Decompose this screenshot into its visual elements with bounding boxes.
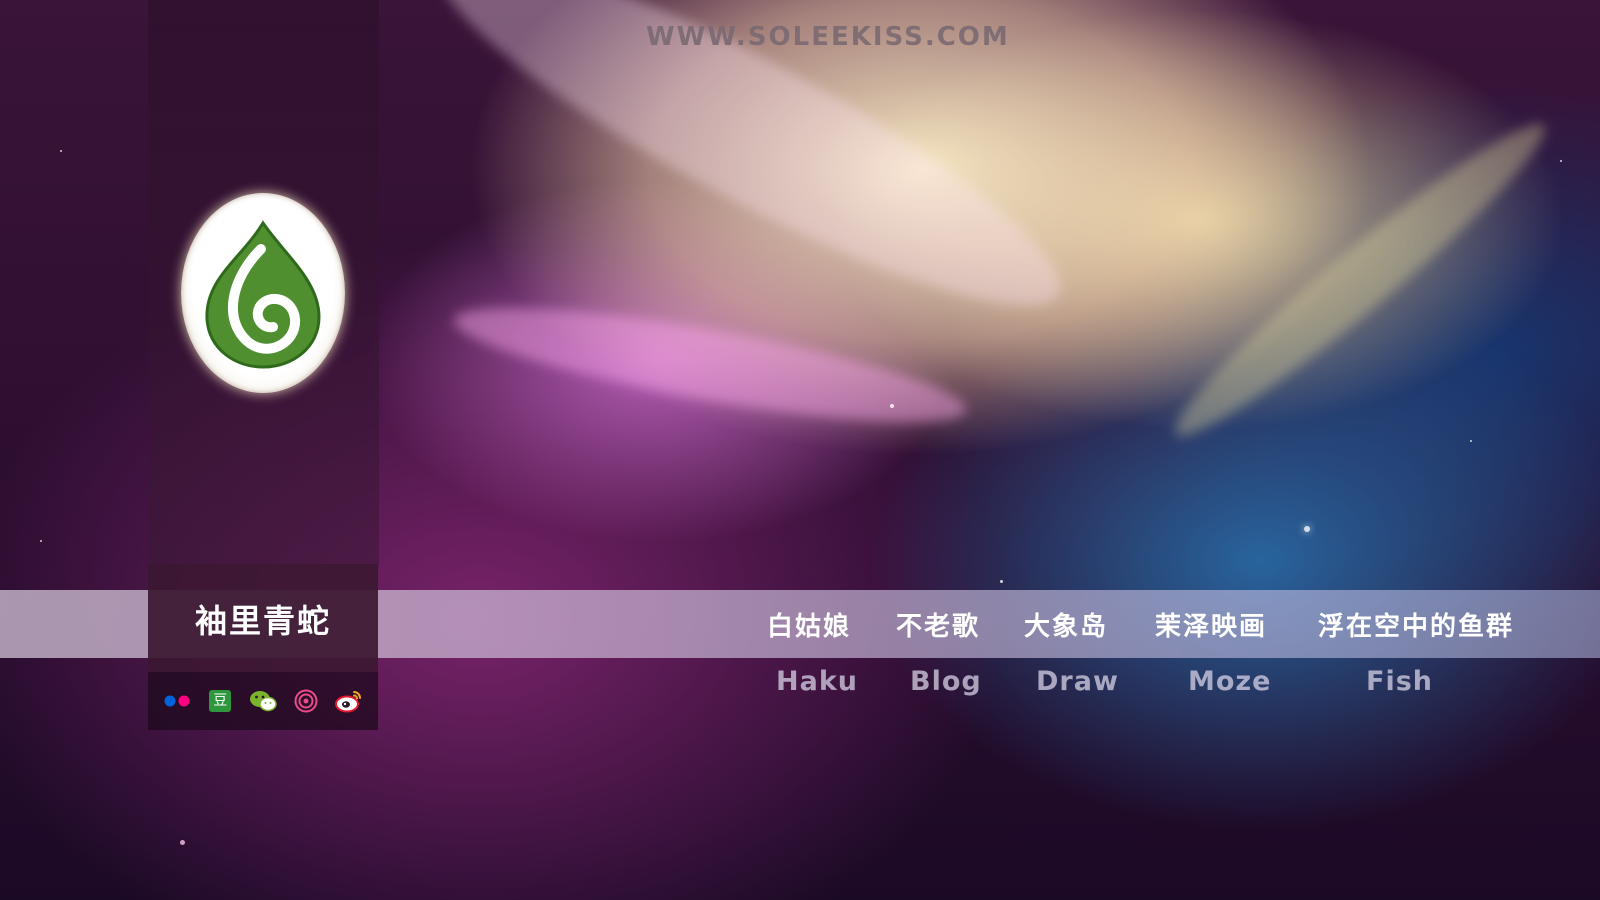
dribbble-icon[interactable] (291, 686, 321, 716)
nav-item-label-cn: 白姑娘 (767, 612, 852, 642)
star (1470, 440, 1472, 442)
star (1560, 160, 1562, 162)
douban-glyph: 豆 (209, 690, 232, 712)
nav-item-draw[interactable]: 大象岛 (1024, 606, 1108, 643)
leaf-swirl-logo-icon (205, 220, 321, 369)
social-links-bar: 豆 (148, 672, 378, 730)
nav-item-label-en[interactable]: Blog (910, 666, 982, 697)
nav-item-label-en[interactable]: Moze (1188, 666, 1271, 697)
star (890, 404, 894, 408)
star (1304, 526, 1310, 532)
nav-item-label-cn: 不老歌 (896, 612, 981, 642)
star (1000, 580, 1003, 583)
nav-item-fish[interactable]: 浮在空中的鱼群 (1318, 606, 1514, 643)
nav-item-haku[interactable]: 白姑娘 (767, 606, 851, 643)
weibo-icon[interactable] (334, 686, 364, 716)
nav-item-label-en[interactable]: Fish (1366, 666, 1433, 697)
wechat-icon[interactable] (248, 686, 278, 716)
flickr-icon[interactable] (162, 686, 192, 716)
star (180, 840, 185, 845)
star (60, 150, 62, 152)
nav-item-label-en[interactable]: Draw (1036, 666, 1119, 697)
douban-icon[interactable]: 豆 (205, 686, 235, 716)
site-url: WWW.SOLEEKISS.COM (646, 22, 1010, 52)
nav-item-moze[interactable]: 茉泽映画 (1155, 606, 1267, 643)
nav-item-blog[interactable]: 不老歌 (896, 606, 980, 643)
nav-item-label-cn: 大象岛 (1024, 612, 1109, 642)
nav-item-label-cn: 茉泽映画 (1155, 612, 1268, 642)
star (40, 540, 42, 542)
site-name[interactable]: 袖里青蛇 (148, 596, 378, 642)
nav-item-label-cn: 浮在空中的鱼群 (1318, 612, 1515, 642)
logo[interactable] (181, 193, 345, 393)
nav-item-label-en[interactable]: Haku (776, 666, 858, 697)
